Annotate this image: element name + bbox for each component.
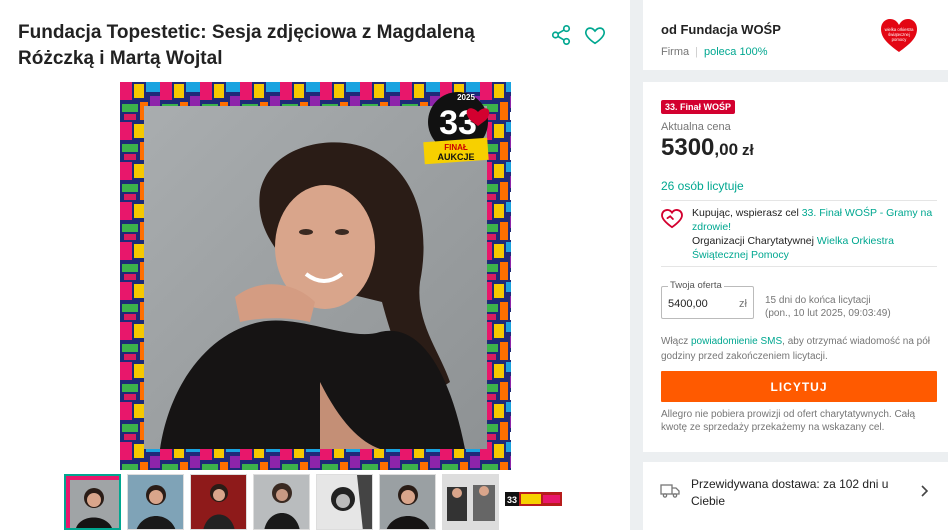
bid-button[interactable]: LICYTUJ [661,371,937,402]
charity-org-prefix: Organizacji Charytatywnej [692,235,817,247]
price-cents: ,00 [714,140,739,159]
delivery-estimate: Przewidywana dostawa: za 102 dni u Ciebi… [691,477,889,508]
price-main: 5300 [661,134,715,161]
svg-text:pomocy: pomocy [892,37,908,42]
divider [661,266,937,267]
offer-panel: 33. Finał WOŚP Aktualna cena 5300,00 zł 2… [643,82,948,452]
sms-link[interactable]: powiadomienie SMS [691,336,782,347]
time-left-text: 15 dni do końca licytacji [765,295,871,306]
thumbnail-6[interactable] [379,474,436,530]
thumbnail-1[interactable] [64,474,121,530]
chevron-right-icon[interactable] [919,484,929,498]
thumbnail-8[interactable]: 33 [505,474,562,530]
seller-rating[interactable]: poleca 100% [704,46,768,58]
thumbnail-strip: 33 [64,474,562,530]
seller-name[interactable]: od Fundacja WOŚP [661,22,781,37]
price-currency: zł [742,142,754,159]
badge-line1: FINAŁ [444,143,468,152]
charity-note: Allegro nie pobiera prowizji od ofert ch… [661,409,916,433]
delivery-panel[interactable]: Przewidywana dostawa: za 102 dni u Ciebi… [643,462,948,530]
bid-input[interactable] [668,298,728,310]
charity-info: Kupując, wspierasz cel 33. Finał WOŚP - … [661,206,937,262]
sms-notification: Włącz powiadomienie SMS, aby otrzymać wi… [661,334,941,364]
thumbnail-3[interactable] [190,474,247,530]
wosp-heart-logo: wielka orkiestra świątecznej pomocy [881,19,917,52]
favorite-button[interactable] [584,24,610,50]
bidders-link[interactable]: 26 osób licytuje [661,179,744,193]
bid-label: Twoja oferta [668,280,724,291]
end-date: (pon., 10 lut 2025, 09:03:49) [765,308,891,319]
price-label: Aktualna cena [661,121,731,133]
sms-prefix: Włącz [661,336,691,347]
badge-year: 2025 [457,93,475,102]
truck-icon [660,484,680,498]
svg-text:33: 33 [507,495,517,505]
seller-type: Firma [661,46,690,58]
share-button[interactable] [550,24,576,50]
bid-field[interactable]: Twoja oferta zł [661,280,754,319]
badge-line2: AUKCJE [437,152,474,162]
product-title: Fundacja Topestetic: Sesja zdjęciowa z M… [18,22,475,69]
wosp-final-badge: 33. Finał WOŚP [661,100,736,114]
thumbnail-2[interactable] [127,474,184,530]
auction-time-left: 15 dni do końca licytacji (pon., 10 lut … [765,294,941,320]
thumbnail-4[interactable] [253,474,310,530]
photo-frame: 33 2025 FINAŁ AUKCJE [120,82,511,470]
current-price: 5300,00 zł [661,134,754,162]
bid-unit: zł [739,298,747,310]
main-product-image[interactable]: 33 2025 FINAŁ AUKCJE [120,82,511,470]
thumbnail-5[interactable] [316,474,373,530]
seller-panel: od Fundacja WOŚP Firma | poleca 100% wielk… [643,0,948,70]
heart-outline-icon [585,27,605,45]
seller-meta: Firma | poleca 100% [661,46,768,58]
thumbnail-7[interactable] [442,474,499,530]
share-icon [551,25,571,45]
charity-prefix: Kupując, wspierasz cel [692,207,802,219]
divider [661,200,937,201]
product-gallery-panel: Fundacja Topestetic: Sesja zdjęciowa z M… [0,0,630,530]
charity-heart-icon [661,209,683,229]
